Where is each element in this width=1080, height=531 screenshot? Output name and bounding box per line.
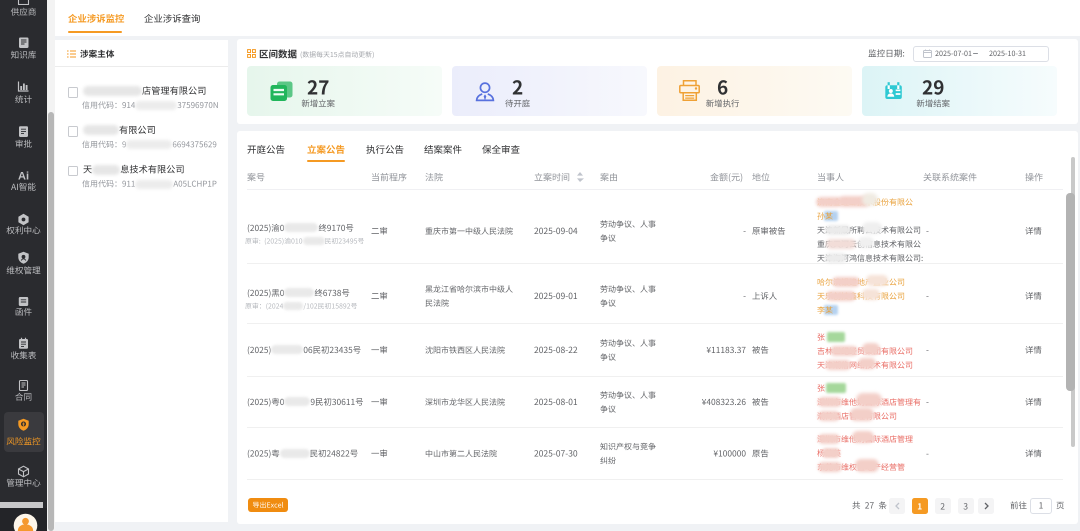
svg-text:Ai: Ai [18,171,29,183]
